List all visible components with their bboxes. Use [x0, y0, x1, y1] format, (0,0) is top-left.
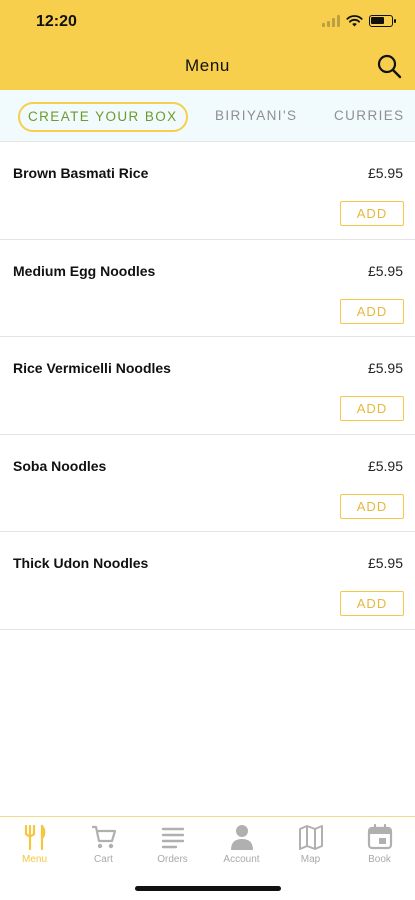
- calendar-icon: [367, 823, 392, 850]
- add-button[interactable]: ADD: [340, 493, 404, 519]
- tabbar-label: Orders: [157, 854, 188, 865]
- person-icon: [230, 825, 253, 850]
- map-icon: [298, 825, 323, 850]
- menu-item: Thick Udon Noodles £5.95 ADD: [0, 532, 415, 630]
- wifi-icon: [346, 15, 363, 27]
- tabbar-label: Account: [223, 854, 260, 865]
- top-header: 12:20 Menu: [0, 0, 415, 90]
- fork-knife-icon: [24, 824, 45, 851]
- status-icons: [322, 14, 396, 27]
- item-name: Rice Vermicelli Noodles: [13, 360, 171, 376]
- add-button[interactable]: ADD: [340, 298, 404, 324]
- tabbar-label: Map: [300, 854, 321, 865]
- menu-item: Brown Basmati Rice £5.95 ADD: [0, 142, 415, 240]
- page-title: Menu: [185, 56, 230, 75]
- battery-icon: [369, 14, 396, 27]
- menu-item: Rice Vermicelli Noodles £5.95 ADD: [0, 337, 415, 435]
- tabbar-item-cart[interactable]: Cart: [69, 823, 138, 865]
- battery-level: [371, 16, 384, 24]
- list-icon: [161, 827, 184, 849]
- tabbar-item-book[interactable]: Book: [345, 823, 414, 865]
- item-price: £5.95: [367, 457, 403, 474]
- add-button[interactable]: ADD: [340, 201, 404, 226]
- tabbar-label: Menu: [21, 854, 47, 865]
- add-button[interactable]: ADD: [340, 591, 404, 616]
- menu-item: Medium Egg Noodles £5.95 ADD: [0, 240, 415, 337]
- tabbar-item-map[interactable]: Map: [276, 823, 345, 865]
- status-time: 12:20: [36, 13, 77, 30]
- item-name: Soba Noodles: [13, 457, 107, 474]
- tab-curries[interactable]: CURRIES: [334, 102, 405, 132]
- item-price: £5.95: [367, 262, 403, 279]
- tabbar-item-account[interactable]: Account: [207, 823, 276, 865]
- menu-list: Brown Basmati Rice £5.95 ADD Medium Egg …: [0, 142, 415, 630]
- tabbar-item-orders[interactable]: Orders: [138, 823, 207, 865]
- add-button[interactable]: ADD: [340, 396, 404, 421]
- item-price: £5.95: [367, 555, 403, 571]
- item-name: Medium Egg Noodles: [13, 262, 156, 279]
- home-indicator: [135, 886, 281, 891]
- search-icon: [377, 54, 402, 79]
- menu-item: Soba Noodles £5.95 ADD: [0, 435, 415, 532]
- item-price: £5.95: [367, 165, 403, 181]
- tabbar-label: Book: [368, 854, 391, 865]
- search-button[interactable]: [375, 52, 403, 80]
- tabbar-label: Cart: [94, 854, 113, 865]
- tabbar-item-menu[interactable]: Menu: [0, 823, 69, 865]
- item-name: Brown Basmati Rice: [13, 165, 149, 181]
- tab-create-your-box[interactable]: CREATE YOUR BOX: [18, 102, 188, 132]
- item-price: £5.95: [367, 360, 403, 376]
- tab-biriyanis[interactable]: BIRIYANI'S: [215, 102, 297, 132]
- category-tabs: CREATE YOUR BOX BIRIYANI'S CURRIES: [0, 90, 415, 142]
- cellular-signal-icon: [322, 14, 340, 27]
- cart-icon: [91, 825, 116, 849]
- item-name: Thick Udon Noodles: [13, 555, 149, 571]
